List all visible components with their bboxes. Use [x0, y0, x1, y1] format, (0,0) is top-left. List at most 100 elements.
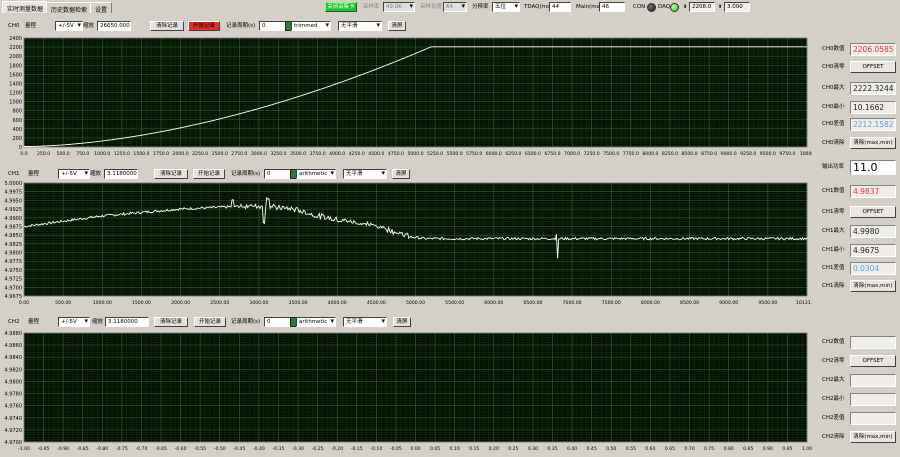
con-label: CON	[633, 4, 646, 10]
x-tick-label: 2000.00	[171, 300, 190, 306]
ch2-period-input[interactable]: 0	[264, 317, 291, 327]
x-tick-label: -0.40	[253, 446, 265, 452]
ch0-max-label: CH0最大	[822, 85, 845, 91]
y-tick-label: 4.9975	[5, 190, 23, 196]
ch1-zero-button[interactable]: OFFSET	[850, 206, 896, 218]
ch2-chart: 4.9700 4.9720 4.9740 4.9760 4.9780 4.9800 4.98…	[5, 331, 813, 452]
ch1-clear-button[interactable]: 清除(max,min)	[850, 280, 896, 292]
ch2-clear-button[interactable]: 清除(max,min)	[850, 431, 896, 443]
ch2-min-label: CH2最小	[822, 396, 845, 402]
ch0-filter-select[interactable]: trimmed	[291, 21, 331, 31]
x-tick-label: 2500.0	[212, 151, 228, 157]
x-tick-label: -0.90	[57, 446, 69, 452]
y-tick-label: 1400	[9, 81, 22, 87]
tab-realtime[interactable]: 实时测量数据	[2, 1, 49, 13]
ch1-scale-input[interactable]: 3.1180000	[104, 169, 138, 179]
ch2-diff-value	[850, 412, 896, 425]
y-tick-label: 4.9825	[5, 242, 23, 248]
ch2-smooth-select[interactable]: 无平滑	[343, 317, 387, 327]
x-tick-label: 1250.0	[114, 151, 130, 157]
ch0-range-select[interactable]: +/-5V	[55, 21, 83, 31]
x-tick-label: -0.35	[273, 446, 285, 452]
y-tick-label: 4.9740	[5, 416, 23, 422]
ch2-filter-select[interactable]: arithmetic	[296, 317, 336, 327]
x-tick-label: 0.80	[724, 446, 734, 452]
x-tick-label: 250.0	[37, 151, 50, 157]
x-tick-label: 0.00	[410, 446, 420, 452]
x-tick-label: 0.20	[489, 446, 499, 452]
x-tick-label: 10131.00	[796, 300, 812, 306]
ch2-clear-record-button[interactable]: 清除记录	[154, 317, 188, 327]
x-tick-label: -0.60	[175, 446, 187, 452]
ch2-diff-label: CH2差值	[822, 415, 845, 421]
ch1-range-select[interactable]: +/-5V	[58, 169, 90, 179]
spinner-up-down-icon-2[interactable]: ⬍	[718, 2, 722, 12]
resolution-select[interactable]: 五位	[492, 2, 520, 12]
ch2-start-record-button[interactable]: 开始记录	[194, 317, 226, 327]
ch1-start-record-button[interactable]: 开始记录	[193, 169, 225, 179]
y-tick-label: 4.9925	[5, 207, 23, 213]
y-tick-label: 4.9700	[5, 440, 23, 446]
x-tick-label: 0.55	[626, 446, 636, 452]
x-tick-label: 5500.00	[445, 300, 464, 306]
x-tick-label: 3000.00	[249, 300, 268, 306]
x-tick-label: 7250.0	[584, 151, 600, 157]
x-tick-label: 6500.0	[525, 151, 541, 157]
tab-settings[interactable]: 设置	[90, 2, 113, 14]
ch0-smooth-select[interactable]: 无平滑	[338, 21, 382, 31]
ch0-min-value: 10.1662	[850, 101, 896, 114]
ch2-clear-screen-button[interactable]: 清屏	[393, 317, 411, 327]
y-tick-label: 1600	[9, 72, 22, 78]
ch1-clear-screen-button[interactable]: 清屏	[392, 169, 410, 179]
ch1-clear-record-button[interactable]: 清除记录	[154, 169, 188, 179]
x-tick-label: 0.05	[430, 446, 440, 452]
ch1-diff-label: CH1差值	[822, 265, 845, 271]
ch1-scale-label: 缩放	[90, 171, 102, 177]
daq-indicator-icon	[670, 3, 679, 12]
x-tick-label: 9000.00	[719, 300, 738, 306]
x-tick-label: 2250.0	[192, 151, 208, 157]
spinner-up-down-icon[interactable]: ⬍	[683, 2, 687, 12]
y-tick-label: 4.9850	[5, 233, 23, 239]
x-tick-label: 0.00	[19, 300, 29, 306]
x-tick-label: 0.60	[645, 446, 655, 452]
sample-rate-select[interactable]: 49.0K	[383, 2, 415, 12]
ch2-range-select[interactable]: +/-5V	[58, 317, 90, 327]
x-tick-label: 4000.0	[329, 151, 345, 157]
ch1-smooth-select[interactable]: 无平滑	[343, 169, 387, 179]
tdaq-input[interactable]: 44	[549, 2, 571, 12]
x-tick-label: 7500.0	[603, 151, 619, 157]
ch2-scale-input[interactable]: 3.1180000	[105, 317, 149, 327]
ch1-period-label: 记录周期(s)	[231, 171, 261, 177]
ch0-clear-record-button[interactable]: 清除记录	[150, 21, 184, 31]
y-tick-label: 4.9840	[5, 355, 23, 361]
ch1-period-input[interactable]: 0	[264, 169, 291, 179]
y-tick-label: 2200	[9, 45, 22, 51]
x-tick-label: 1500.0	[133, 151, 149, 157]
ch0-clear-button[interactable]: 清除(max,min)	[850, 137, 896, 149]
x-tick-label: 0.40	[567, 446, 577, 452]
ch0-period-input[interactable]: 0	[259, 21, 286, 31]
x-tick-label: 5250.0	[427, 151, 443, 157]
ch0-scale-input[interactable]: 26650.00000	[97, 21, 131, 31]
sample-length-select[interactable]: 64	[443, 2, 467, 12]
tab-history[interactable]: 历史数据检索	[46, 2, 93, 14]
ch2-zero-button[interactable]: OFFSET	[850, 355, 896, 367]
ch1-filter-select[interactable]: arithmetic	[296, 169, 336, 179]
ch0-clear-screen-button[interactable]: 清屏	[388, 21, 406, 31]
x-tick-label: -0.50	[214, 446, 226, 452]
x-tick-label: 2750.0	[231, 151, 247, 157]
x-tick-label: 0.25	[508, 446, 518, 452]
ch0-zero-button[interactable]: OFFSET	[850, 61, 896, 73]
ch1-min-value: 4.9675	[850, 244, 896, 257]
y-tick-label: 5.0000	[5, 181, 23, 187]
ch0-start-record-button[interactable]: 开始记录	[188, 21, 220, 31]
x-tick-label: 0.50	[606, 446, 616, 452]
x-tick-label: 0.95	[782, 446, 792, 452]
x-tick-label: 10000	[800, 151, 812, 157]
main-ms-input[interactable]: 46	[599, 2, 625, 12]
x-tick-label: 4500.00	[367, 300, 386, 306]
x-tick-label: 0.65	[665, 446, 675, 452]
x-tick-label: 7750.0	[623, 151, 639, 157]
stop-acquisition-button[interactable]: 关闭采集卡	[325, 2, 357, 12]
